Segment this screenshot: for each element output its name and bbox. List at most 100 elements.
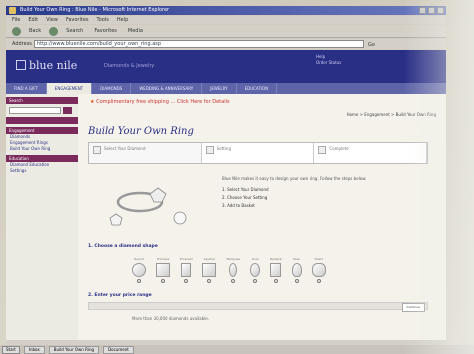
address-bar: Address http://www.bluenile.com/build_yo… (6, 39, 446, 49)
step-2[interactable]: Setting (202, 143, 315, 163)
monitor-screen: Build Your Own Ring : Blue Nile - Micros… (0, 0, 474, 354)
radio-button (184, 279, 189, 283)
media-button[interactable]: Media (125, 27, 146, 36)
back-button[interactable]: Back (26, 27, 44, 36)
menu-help[interactable]: Help (117, 16, 128, 24)
shape-option[interactable]: Asscher (202, 257, 217, 283)
site-logo[interactable]: blue nile (16, 59, 77, 72)
menu-view[interactable]: View (46, 16, 58, 24)
sidebar-link[interactable]: Build Your Own Ring (6, 146, 78, 152)
top-links: Help Order Status (316, 54, 341, 66)
radio-button (137, 279, 141, 283)
sidebar: Search Engagement Diamonds Engagement Ri… (6, 94, 78, 340)
address-label: Address (12, 41, 32, 47)
shape-option[interactable]: Princess (156, 257, 170, 283)
main-nav: FIND A GIFT ENGAGEMENT DIAMONDS WEDDING … (6, 83, 446, 94)
taskbar-item[interactable]: Inbox (23, 345, 45, 354)
price-continue-button[interactable]: Continue (401, 303, 425, 312)
favorites-button[interactable]: Favorites (91, 27, 120, 36)
start-button[interactable]: Start (2, 345, 20, 354)
shape-option[interactable]: Heart (311, 257, 326, 283)
taskbar-item[interactable]: Build Your Own Ring (48, 345, 100, 354)
step-1[interactable]: Select Your Diamond (89, 143, 202, 163)
window-controls (419, 7, 444, 14)
price-section-title: 2. Enter your price range (88, 293, 152, 298)
menubar: File Edit View Favorites Tools Help (6, 16, 446, 24)
sidebar-search (9, 107, 75, 114)
browser-icon (9, 7, 16, 14)
intro-text: Blue Nile makes it easy to design your o… (222, 176, 422, 210)
promo-banner[interactable]: ★ Complimentary free shipping ... Click … (90, 99, 230, 105)
sidebar-search-heading: Search (6, 97, 78, 104)
price-range-bar[interactable]: Continue (88, 302, 428, 312)
page-title: Build Your Own Ring (88, 126, 194, 137)
step-tabs: Select Your Diamond Setting Complete (88, 142, 428, 164)
asscher-diamond-icon (202, 263, 217, 277)
oval-diamond-icon (250, 263, 261, 277)
shape-option[interactable]: Radiant (270, 257, 282, 283)
search-go-button[interactable] (63, 107, 72, 114)
nav-engagement[interactable]: ENGAGEMENT (46, 83, 93, 94)
radio-button (316, 279, 321, 283)
sidebar-section-heading: Education (6, 155, 78, 162)
search-input[interactable] (9, 107, 61, 114)
taskbar-item[interactable]: Document (103, 345, 134, 354)
radio-button (294, 279, 299, 283)
nav-jewelry[interactable]: JEWELRY (202, 83, 237, 94)
footnote-text: More than 30,000 diamonds available. (132, 316, 210, 321)
radio-button (273, 279, 278, 283)
shape-section-title: 1. Choose a diamond shape (88, 244, 158, 249)
go-button[interactable]: Go (368, 40, 375, 50)
window-titlebar: Build Your Own Ring : Blue Nile - Micros… (6, 6, 446, 15)
window-title: Build Your Own Ring : Blue Nile - Micros… (20, 7, 170, 13)
site-header: blue nile Diamonds & Jewelry Help Order … (6, 50, 446, 83)
princess-diamond-icon (156, 263, 170, 277)
radio-button (253, 279, 258, 283)
menu-tools[interactable]: Tools (97, 16, 109, 24)
marquise-diamond-icon (229, 263, 238, 277)
sidebar-section-heading (6, 117, 78, 124)
sidebar-section-heading: Engagement (6, 127, 78, 134)
sidebar-link[interactable]: Settings (6, 168, 78, 174)
shape-option[interactable]: Marquise (226, 257, 240, 283)
shape-option[interactable]: Round (132, 257, 146, 283)
heart-diamond-icon (311, 263, 326, 277)
radio-button (161, 279, 165, 283)
minimize-button[interactable] (419, 7, 426, 14)
logo-icon (16, 60, 26, 70)
radiant-diamond-icon (270, 263, 282, 277)
nav-find-gift[interactable]: FIND A GIFT (6, 83, 47, 94)
forward-icon[interactable] (49, 26, 59, 36)
search-button[interactable]: Search (63, 27, 86, 36)
step-icon (205, 146, 214, 154)
order-status-link[interactable]: Order Status (316, 60, 341, 66)
step-icon (318, 146, 327, 154)
radio-button (231, 279, 236, 283)
nav-education[interactable]: EDUCATION (237, 83, 278, 94)
nav-wedding[interactable]: WEDDING & ANNIVERSARY (131, 83, 203, 94)
shape-option[interactable]: Emerald (180, 257, 192, 283)
step-3[interactable]: Complete (314, 143, 428, 163)
back-icon[interactable] (12, 26, 21, 36)
step-icon (93, 146, 101, 154)
main-content: ★ Complimentary free shipping ... Click … (82, 94, 442, 340)
pear-diamond-icon (291, 263, 302, 277)
round-diamond-icon (132, 263, 146, 277)
shape-option[interactable]: Pear (291, 257, 302, 283)
radio-button (207, 279, 212, 283)
breadcrumb[interactable]: Home > Engagement > Build Your Own Ring (347, 112, 436, 117)
steps-list: 1. Select Your Diamond 2. Choose Your Se… (222, 187, 269, 208)
menu-edit[interactable]: Edit (28, 16, 38, 24)
web-page: blue nile Diamonds & Jewelry Help Order … (6, 50, 446, 340)
close-button[interactable] (437, 7, 444, 14)
menu-file[interactable]: File (12, 16, 20, 24)
shape-option[interactable]: Oval (250, 257, 261, 283)
menu-favorites[interactable]: Favorites (66, 16, 89, 24)
address-input[interactable]: http://www.bluenile.com/build_your_own_r… (34, 40, 364, 48)
maximize-button[interactable] (428, 7, 435, 14)
os-taskbar: Start Inbox Build Your Own Ring Document (0, 345, 474, 354)
emerald-diamond-icon (181, 263, 192, 277)
ring-illustration (109, 187, 187, 226)
nav-diamonds[interactable]: DIAMONDS (92, 83, 132, 94)
site-tagline: Diamonds & Jewelry (104, 63, 155, 69)
